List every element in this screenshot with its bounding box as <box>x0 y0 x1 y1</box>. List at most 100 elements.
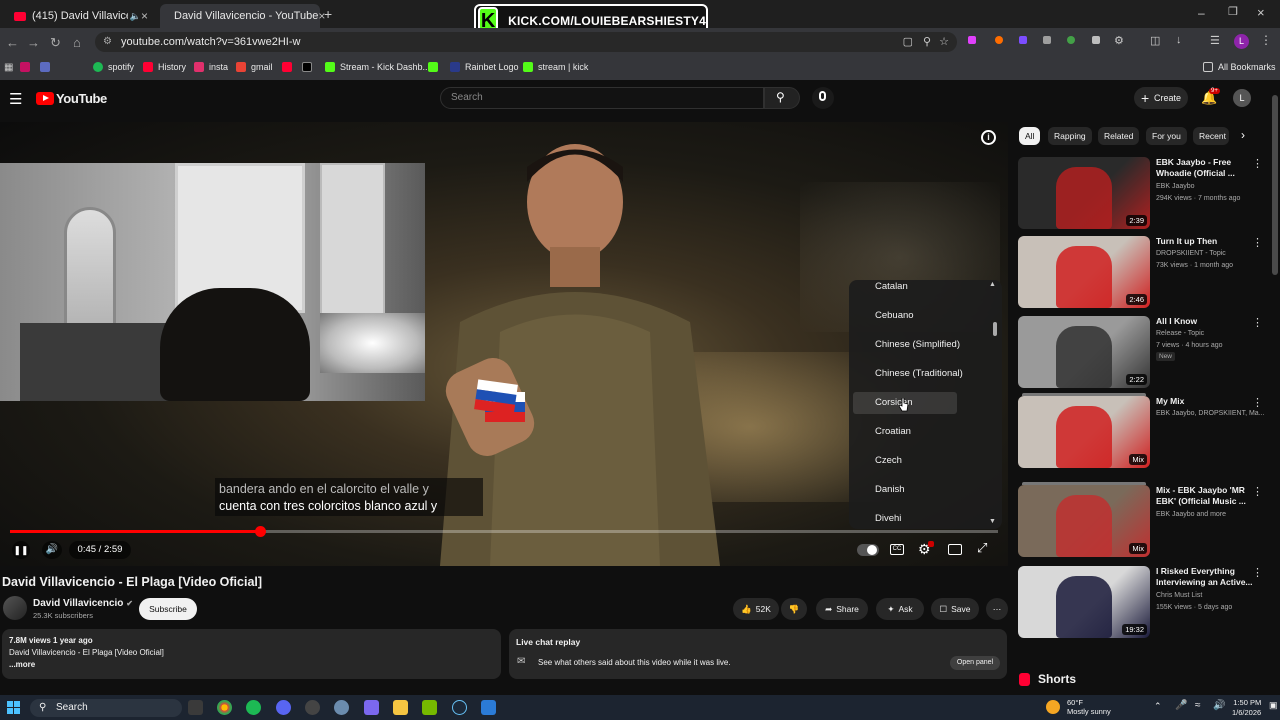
bookmark-item[interactable] <box>20 62 35 72</box>
bookmark-history[interactable]: History <box>143 62 186 72</box>
voice-search-button[interactable] <box>812 87 834 109</box>
tab-youtube[interactable]: David Villavicencio - YouTube × <box>160 4 325 28</box>
progress-scrubber[interactable] <box>254 526 266 537</box>
chip-recent[interactable]: Recent <box>1193 127 1229 145</box>
volume-icon[interactable]: 🔊 <box>1213 700 1225 711</box>
search-button[interactable]: ⚲ <box>764 87 800 109</box>
open-panel-button[interactable]: Open panel <box>950 656 1000 670</box>
spotify-icon[interactable] <box>246 700 261 715</box>
extension-icon[interactable] <box>1092 36 1100 44</box>
close-tab-icon[interactable]: × <box>141 9 148 23</box>
more-options-icon[interactable]: ⋮ <box>1252 236 1263 249</box>
video-thumbnail[interactable]: 2:22 <box>1018 316 1150 388</box>
recommended-video[interactable]: 19:32 I Risked Everything Interviewing an… <box>1018 566 1268 640</box>
page-scrollbar-thumb[interactable] <box>1272 95 1278 275</box>
more-options-icon[interactable]: ⋮ <box>1252 396 1263 409</box>
weather-widget[interactable]: 60°F Mostly sunny <box>1067 698 1111 716</box>
theater-mode-icon[interactable] <box>948 544 962 555</box>
bookmark-rainbet[interactable]: Rainbet Logo <box>450 62 519 72</box>
nvidia-icon[interactable] <box>422 700 437 715</box>
chip-related[interactable]: Related <box>1098 127 1140 145</box>
channel-avatar[interactable] <box>3 596 27 620</box>
forward-icon[interactable]: → <box>27 35 40 50</box>
profile-avatar[interactable]: L <box>1234 34 1249 49</box>
youtube-logo-icon[interactable] <box>36 92 54 105</box>
recommended-video[interactable]: 2:46 Turn It up Then DROPSKIIENT - Topic 73… <box>1018 236 1268 310</box>
pause-button[interactable]: ❚❚ <box>12 541 30 559</box>
video-thumbnail[interactable]: Mix <box>1018 485 1150 557</box>
chip-rapping[interactable]: Rapping <box>1048 127 1092 145</box>
app-window-icon[interactable] <box>481 700 496 715</box>
account-avatar[interactable]: L <box>1233 89 1251 107</box>
windows-start-icon[interactable] <box>7 701 21 715</box>
extension-icon[interactable] <box>1019 36 1027 44</box>
close-window-icon[interactable]: × <box>1257 5 1265 20</box>
home-icon[interactable]: ⌂ <box>73 35 81 50</box>
chip-all[interactable]: All <box>1019 127 1041 145</box>
browser-menu-icon[interactable]: ⋮ <box>1260 33 1272 47</box>
like-button[interactable]: 👍 52K <box>733 598 779 620</box>
reload-icon[interactable]: ↻ <box>50 35 61 51</box>
chip-for-you[interactable]: For you <box>1146 127 1187 145</box>
language-option[interactable]: Croatian <box>849 421 989 443</box>
recommended-video[interactable]: Mix Mix - EBK Jaaybo 'MR EBK' (Official M… <box>1018 482 1268 559</box>
recommended-video[interactable]: Mix My Mix EBK Jaaybo, DROPSKIIENT, Ma... ⋮ <box>1018 393 1268 470</box>
steam-icon[interactable] <box>452 700 467 715</box>
discord-icon[interactable] <box>276 700 291 715</box>
extension-icon[interactable] <box>1067 36 1075 44</box>
downloads-icon[interactable]: ↓ <box>1176 34 1182 46</box>
hamburger-menu-icon[interactable]: ☰ <box>9 90 22 108</box>
restore-icon[interactable]: ❐ <box>1228 5 1238 18</box>
recommended-video[interactable]: 2:22 All I Know Release - Topic 7 views · 4… <box>1018 316 1268 390</box>
share-button[interactable]: ➦ Share <box>816 598 868 620</box>
more-actions-button[interactable]: ⋯ <box>986 598 1008 620</box>
bookmark-spotify[interactable]: spotify <box>93 62 134 72</box>
extension-icon[interactable] <box>995 36 1003 44</box>
bookmark-item[interactable] <box>40 62 55 72</box>
youtube-logo-text[interactable]: YouTube <box>56 91 107 106</box>
bookmark-star-icon[interactable]: ☆ <box>939 32 949 52</box>
info-icon[interactable]: i <box>981 130 996 145</box>
recommended-video[interactable]: 2:39 EBK Jaaybo - Free Whoadie (Official … <box>1018 157 1268 231</box>
taskbar-clock[interactable]: 1:50 PM 1/6/2026 <box>1232 698 1261 718</box>
scroll-up-arrow-icon[interactable]: ▲ <box>989 281 996 288</box>
language-option[interactable]: Chinese (Simplified) <box>849 334 989 356</box>
language-option[interactable]: Cebuano <box>849 305 989 327</box>
speaker-icon[interactable]: 🔈 <box>130 11 141 22</box>
scroll-down-arrow-icon[interactable]: ▼ <box>989 518 996 525</box>
cast-icon[interactable]: ▢ <box>903 32 913 52</box>
microphone-icon[interactable]: 🎤 <box>1175 700 1187 711</box>
apps-grid-icon[interactable]: ▦ <box>4 62 13 73</box>
volume-button[interactable]: 🔊 <box>42 541 62 559</box>
back-icon[interactable]: ← <box>6 35 19 50</box>
zoom-icon[interactable]: ⚲ <box>923 32 931 52</box>
notification-center-icon[interactable]: ▣ <box>1269 700 1278 711</box>
progress-bar[interactable] <box>10 526 998 537</box>
dislike-button[interactable]: 👎 <box>781 598 807 620</box>
ask-button[interactable]: ✦ Ask <box>876 598 924 620</box>
taskbar-search[interactable]: ⚲ Search <box>30 699 182 717</box>
chrome-icon[interactable] <box>217 700 232 715</box>
bookmark-insta[interactable]: insta <box>194 62 228 72</box>
more-options-icon[interactable]: ⋮ <box>1252 316 1263 329</box>
video-thumbnail[interactable]: 2:39 <box>1018 157 1150 229</box>
bookmark-kick-dashboard[interactable]: Stream - Kick Dashb... <box>325 62 430 72</box>
all-bookmarks[interactable]: All Bookmarks <box>1203 62 1276 72</box>
game-controller-icon[interactable] <box>364 700 379 715</box>
sidepanel-icon[interactable]: ◫ <box>1150 34 1160 47</box>
language-option[interactable]: Czech <box>849 450 989 472</box>
language-option[interactable]: Danish <box>849 479 989 501</box>
save-button[interactable]: ☐ Save <box>931 598 979 620</box>
site-info-icon[interactable]: ⚙ <box>103 32 112 52</box>
obs-icon[interactable] <box>305 700 320 715</box>
bookmark-kick[interactable] <box>428 62 443 72</box>
subscribe-button[interactable]: Subscribe <box>139 598 197 620</box>
search-input[interactable]: Search <box>440 87 764 109</box>
more-options-icon[interactable]: ⋮ <box>1252 485 1263 498</box>
media-controls-icon[interactable]: ☰ <box>1210 34 1220 47</box>
description-box[interactable]: 7.8M views 1 year ago David Villavicenci… <box>2 629 501 679</box>
more-options-icon[interactable]: ⋮ <box>1252 157 1263 170</box>
file-explorer-icon[interactable] <box>393 700 408 715</box>
bookmark-youtube[interactable] <box>282 62 297 72</box>
bookmark-gmail[interactable]: gmail <box>236 62 273 72</box>
